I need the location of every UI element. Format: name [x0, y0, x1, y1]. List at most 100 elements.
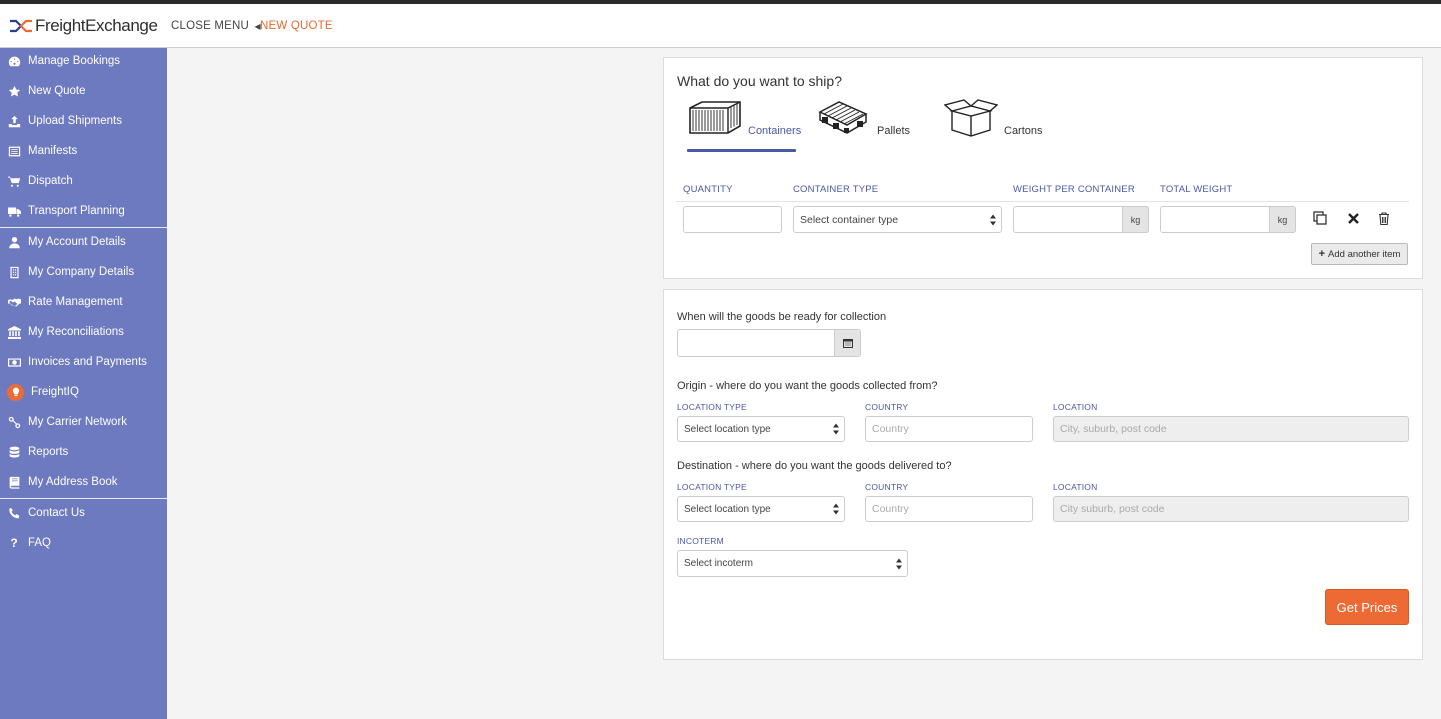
- row-separator: [676, 201, 1409, 202]
- destination-location-type-select[interactable]: Select location type: [677, 496, 845, 522]
- tab-pallets[interactable]: Pallets: [817, 98, 917, 150]
- tab-label: Containers: [748, 125, 802, 137]
- origin-location-type-value: Select location type: [684, 423, 771, 435]
- trash-icon: [1379, 211, 1389, 225]
- sidebar-item-label: FAQ: [28, 537, 52, 549]
- sidebar-item-label: Dispatch: [28, 175, 73, 187]
- sidebar: Manage Bookings New Quote Upload Shipmen…: [0, 48, 167, 719]
- total-weight-unit-addon: kg: [1269, 206, 1296, 233]
- destination-location-placeholder: City suburb, post code: [1060, 503, 1165, 515]
- tab-cartons[interactable]: Cartons: [944, 98, 1054, 150]
- destination-location-type-label: LOCATION TYPE: [677, 482, 747, 492]
- network-icon: [7, 415, 21, 429]
- sidebar-item-my-account-details[interactable]: My Account Details: [0, 227, 167, 257]
- sidebar-item-label: Manifests: [28, 145, 78, 157]
- sidebar-item-reports[interactable]: Reports: [0, 437, 167, 467]
- sidebar-item-contact-us[interactable]: Contact Us: [0, 498, 167, 528]
- sidebar-item-label: Transport Planning: [28, 205, 125, 217]
- sidebar-item-my-reconciliations[interactable]: My Reconciliations: [0, 317, 167, 347]
- ready-date-input[interactable]: [677, 329, 861, 357]
- destination-country-label: COUNTRY: [865, 482, 909, 492]
- select-arrows-icon: [896, 558, 902, 569]
- database-icon: [7, 445, 21, 459]
- sidebar-item-new-quote[interactable]: New Quote: [0, 76, 167, 106]
- dashboard-icon: [7, 54, 21, 68]
- incoterm-select[interactable]: Select incoterm: [677, 550, 908, 577]
- origin-label: Origin - where do you want the goods col…: [677, 380, 938, 392]
- sidebar-item-label: Manage Bookings: [28, 55, 121, 67]
- freightexchange-logo-icon: [10, 19, 32, 33]
- sidebar-item-manage-bookings[interactable]: Manage Bookings: [0, 46, 167, 76]
- container-icon: [689, 101, 741, 134]
- destination-location-type-value: Select location type: [684, 503, 771, 515]
- question-icon: ?: [10, 536, 18, 550]
- column-header-quantity: QUANTITY: [683, 184, 733, 195]
- sidebar-item-transport-planning[interactable]: Transport Planning: [0, 196, 167, 226]
- truck-icon: [7, 204, 21, 218]
- sidebar-item-label: Upload Shipments: [28, 115, 122, 127]
- column-header-weight-per-container: WEIGHT PER CONTAINER: [1013, 184, 1135, 195]
- total-weight-input[interactable]: kg: [1160, 206, 1296, 233]
- close-menu-button[interactable]: CLOSE MENU ◀: [171, 20, 261, 32]
- incoterm-value: Select incoterm: [684, 558, 753, 569]
- lightbulb-icon: [7, 383, 24, 401]
- calendar-button[interactable]: [834, 330, 860, 356]
- sidebar-item-label: My Carrier Network: [28, 416, 128, 428]
- destination-label: Destination - where do you want the good…: [677, 460, 952, 472]
- destination-location-input[interactable]: City suburb, post code: [1053, 496, 1409, 522]
- sidebar-item-label: New Quote: [28, 85, 86, 97]
- container-type-select[interactable]: Select container type: [793, 206, 1002, 233]
- origin-location-type-select[interactable]: Select location type: [677, 416, 845, 442]
- origin-country-input[interactable]: Country: [865, 416, 1033, 442]
- sidebar-item-invoices-and-payments[interactable]: Invoices and Payments: [0, 347, 167, 377]
- origin-location-label: LOCATION: [1053, 402, 1098, 412]
- ship-panel: What do you want to ship? Containers Pal…: [663, 57, 1423, 279]
- ready-date-label: When will the goods be ready for collect…: [677, 311, 887, 323]
- duplicate-row-button[interactable]: [1312, 210, 1328, 226]
- add-item-label: Add another item: [1328, 248, 1401, 260]
- quantity-input[interactable]: [683, 206, 782, 233]
- destination-country-input[interactable]: Country: [865, 496, 1033, 522]
- sidebar-item-faq[interactable]: ? FAQ: [0, 528, 167, 558]
- column-header-total-weight: TOTAL WEIGHT: [1160, 184, 1233, 195]
- active-tab-indicator: [687, 149, 796, 152]
- column-header-container-type: CONTAINER TYPE: [793, 184, 879, 195]
- sidebar-item-my-address-book[interactable]: My Address Book: [0, 467, 167, 497]
- user-icon: [7, 235, 21, 249]
- incoterm-label: INCOTERM: [677, 536, 724, 546]
- origin-country-label: COUNTRY: [865, 402, 909, 412]
- sidebar-item-label: My Account Details: [28, 236, 126, 248]
- logo[interactable]: FreightExchange: [9, 16, 158, 36]
- sidebar-item-label: My Address Book: [28, 476, 118, 488]
- sidebar-item-dispatch[interactable]: Dispatch: [0, 166, 167, 196]
- sidebar-item-my-carrier-network[interactable]: My Carrier Network: [0, 407, 167, 437]
- sidebar-item-label: My Company Details: [28, 266, 135, 278]
- sidebar-item-manifests[interactable]: Manifests: [0, 136, 167, 166]
- breadcrumb-new-quote[interactable]: NEW QUOTE: [260, 20, 333, 32]
- logo-text: FreightExchange: [35, 16, 158, 35]
- sidebar-item-freightiq[interactable]: FreightIQ: [0, 377, 167, 407]
- sidebar-item-rate-management[interactable]: Rate Management: [0, 287, 167, 317]
- tab-containers[interactable]: Containers: [687, 98, 802, 150]
- get-prices-button[interactable]: Get Prices: [1325, 589, 1409, 625]
- select-arrows-icon: [833, 503, 839, 515]
- copy-icon: [1313, 211, 1327, 225]
- tab-label: Cartons: [1004, 125, 1043, 137]
- list-icon: [7, 144, 21, 158]
- building-icon: [7, 265, 21, 279]
- select-arrows-icon: [833, 423, 839, 435]
- app-header: FreightExchange CLOSE MENU ◀ NEW QUOTE: [0, 4, 1441, 48]
- container-type-value: Select container type: [800, 213, 899, 226]
- clear-row-button[interactable]: [1345, 210, 1361, 226]
- sidebar-item-upload-shipments[interactable]: Upload Shipments: [0, 106, 167, 136]
- tab-label: Pallets: [877, 125, 911, 137]
- close-icon: [1347, 212, 1359, 224]
- origin-location-placeholder: City, suburb, post code: [1060, 423, 1167, 435]
- money-icon: [7, 355, 21, 369]
- origin-location-input[interactable]: City, suburb, post code: [1053, 416, 1409, 442]
- weight-per-container-input[interactable]: kg: [1013, 206, 1149, 233]
- sidebar-item-my-company-details[interactable]: My Company Details: [0, 257, 167, 287]
- add-another-item-button[interactable]: + Add another item: [1311, 243, 1408, 265]
- bank-icon: [7, 325, 21, 339]
- delete-row-button[interactable]: [1376, 210, 1392, 226]
